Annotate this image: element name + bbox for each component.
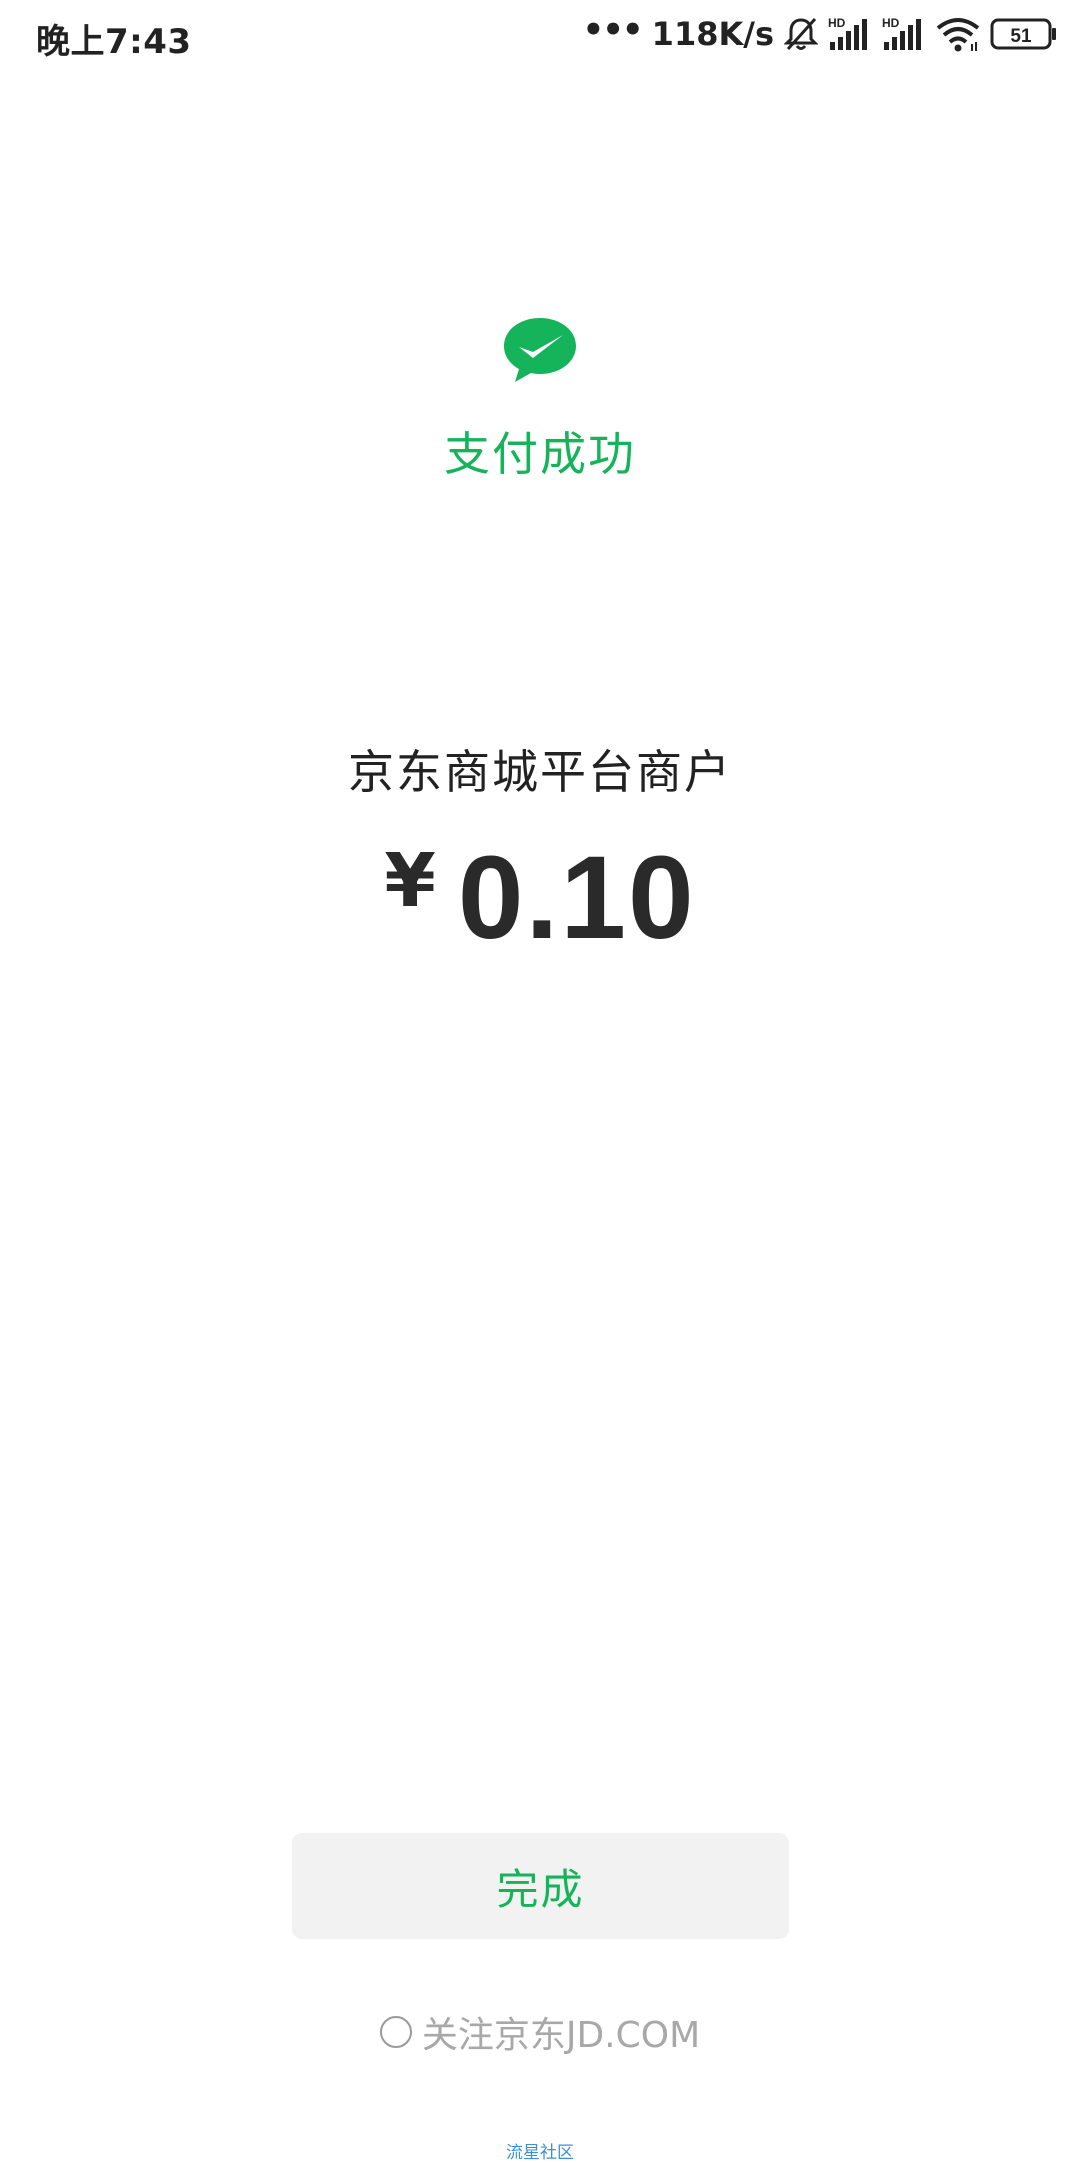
bell-muted-icon bbox=[784, 16, 818, 52]
status-time: 晚上7:43 bbox=[36, 22, 192, 62]
done-button[interactable]: 完成 bbox=[292, 1833, 789, 1939]
signal-hd-label: HD bbox=[828, 16, 846, 30]
wifi-icon bbox=[936, 16, 980, 52]
follow-merchant-row[interactable]: 关注京东JD.COM bbox=[0, 2006, 1080, 2058]
signal-hd-icon: HD bbox=[882, 16, 926, 52]
status-bar: 晚上7:43 ••• 118K/s HD HD 51 bbox=[0, 0, 1080, 70]
battery-icon: 51 bbox=[990, 16, 1058, 52]
payment-amount: 0.10 bbox=[457, 832, 696, 964]
network-speed: 118K/s bbox=[651, 15, 774, 53]
notification-dots: ••• bbox=[582, 10, 643, 50]
follow-checkbox[interactable] bbox=[379, 2016, 412, 2048]
payment-success-title: 支付成功 bbox=[444, 427, 636, 481]
follow-merchant-label: 关注京东JD.COM bbox=[421, 2015, 701, 2056]
wechat-pay-check-icon bbox=[502, 316, 578, 384]
battery-level: 51 bbox=[1010, 26, 1032, 47]
currency-symbol: ¥ bbox=[384, 838, 436, 924]
merchant-name: 京东商城平台商户 bbox=[348, 745, 732, 799]
watermark-text: 流星社区 bbox=[506, 2143, 574, 2163]
status-icons: ••• 118K/s HD HD 51 bbox=[582, 12, 1058, 56]
amount-row: ¥0.10 bbox=[0, 830, 1080, 966]
signal-hd-icon: HD bbox=[828, 16, 872, 52]
signal-hd-label: HD bbox=[882, 16, 900, 30]
